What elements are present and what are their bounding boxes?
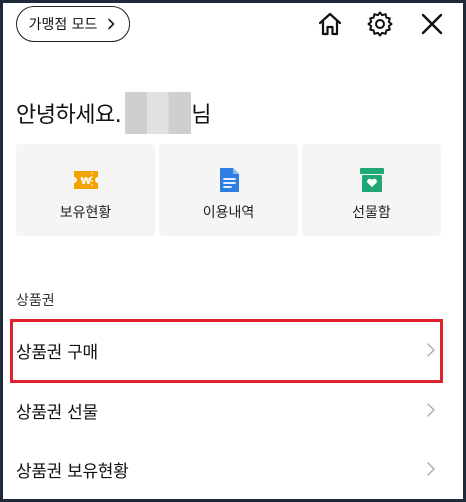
greeting-prefix: 안녕하세요. (16, 103, 122, 128)
ticket-won-icon: ₩ (73, 171, 98, 189)
holdings-card-label: 보유현황 (59, 205, 112, 221)
document-icon (219, 168, 239, 192)
home-icon[interactable] (316, 10, 344, 38)
svg-text:₩: ₩ (80, 176, 91, 187)
greeting-suffix: 님 (191, 103, 211, 128)
chevron-right-icon (427, 403, 435, 417)
merchant-mode-button[interactable]: 가맹점 모드 (16, 6, 130, 42)
highlight-box (10, 319, 443, 383)
gift-box-card-label: 선물함 (352, 205, 391, 221)
menu-item-gift[interactable]: 상품권 선물 (16, 390, 442, 430)
greeting: 안녕하세요. 님 (16, 92, 211, 134)
menu-item-label: 상품권 보유현황 (16, 461, 129, 482)
menu-item-label: 상품권 선물 (16, 402, 98, 423)
close-icon[interactable] (418, 10, 446, 38)
chevron-right-icon (427, 462, 435, 476)
holdings-card[interactable]: ₩ 보유현황 (16, 144, 155, 236)
usage-history-card-label: 이용내역 (202, 205, 255, 221)
gear-icon[interactable] (366, 10, 394, 38)
gift-box-card[interactable]: 선물함 (302, 144, 441, 236)
redacted-username (125, 92, 192, 134)
gift-box-icon (359, 168, 384, 192)
section-title: 상품권 (16, 293, 55, 309)
merchant-mode-label: 가맹점 모드 (28, 17, 98, 33)
usage-history-card[interactable]: 이용내역 (159, 144, 298, 236)
menu-item-holdings[interactable]: 상품권 보유현황 (16, 449, 442, 489)
chevron-right-icon (108, 18, 115, 30)
